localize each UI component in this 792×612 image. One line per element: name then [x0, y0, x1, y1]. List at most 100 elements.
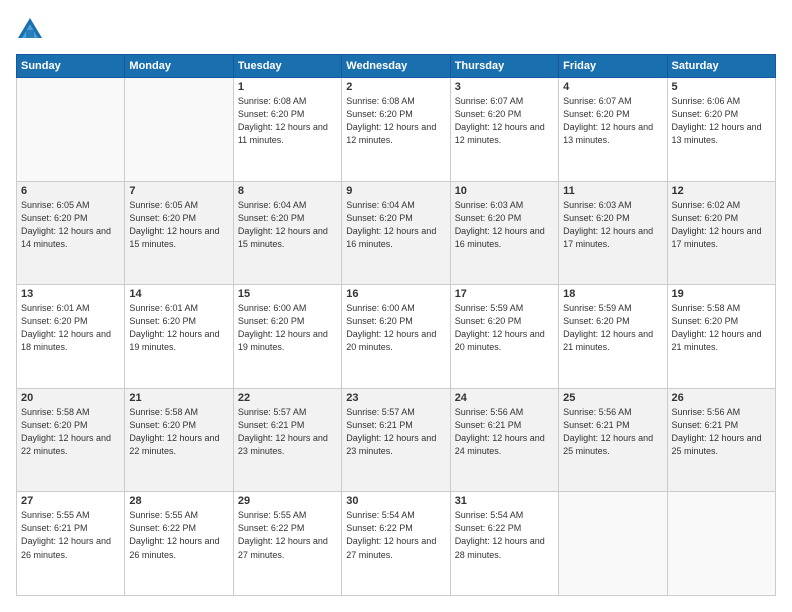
day-info: Sunrise: 6:07 AM Sunset: 6:20 PM Dayligh… [563, 95, 662, 147]
day-info: Sunrise: 5:54 AM Sunset: 6:22 PM Dayligh… [455, 509, 554, 561]
day-info: Sunrise: 5:58 AM Sunset: 6:20 PM Dayligh… [129, 406, 228, 458]
calendar-cell: 12 Sunrise: 6:02 AM Sunset: 6:20 PM Dayli… [667, 181, 775, 285]
calendar-cell: 30 Sunrise: 5:54 AM Sunset: 6:22 PM Dayli… [342, 492, 450, 596]
day-info: Sunrise: 5:56 AM Sunset: 6:21 PM Dayligh… [563, 406, 662, 458]
calendar-cell: 21 Sunrise: 5:58 AM Sunset: 6:20 PM Dayli… [125, 388, 233, 492]
calendar-cell: 20 Sunrise: 5:58 AM Sunset: 6:20 PM Dayli… [17, 388, 125, 492]
day-number: 6 [21, 185, 120, 197]
calendar-cell: 10 Sunrise: 6:03 AM Sunset: 6:20 PM Dayli… [450, 181, 558, 285]
calendar-cell: 15 Sunrise: 6:00 AM Sunset: 6:20 PM Dayli… [233, 285, 341, 389]
day-info: Sunrise: 5:56 AM Sunset: 6:21 PM Dayligh… [455, 406, 554, 458]
day-info: Sunrise: 6:01 AM Sunset: 6:20 PM Dayligh… [21, 302, 120, 354]
calendar-cell: 31 Sunrise: 5:54 AM Sunset: 6:22 PM Dayli… [450, 492, 558, 596]
day-number: 1 [238, 81, 337, 93]
logo [16, 16, 48, 44]
day-number: 4 [563, 81, 662, 93]
day-number: 25 [563, 392, 662, 404]
day-number: 16 [346, 288, 445, 300]
day-info: Sunrise: 6:02 AM Sunset: 6:20 PM Dayligh… [672, 199, 771, 251]
calendar-cell: 19 Sunrise: 5:58 AM Sunset: 6:20 PM Dayli… [667, 285, 775, 389]
day-info: Sunrise: 6:00 AM Sunset: 6:20 PM Dayligh… [238, 302, 337, 354]
calendar-cell: 1 Sunrise: 6:08 AM Sunset: 6:20 PM Daylig… [233, 78, 341, 182]
calendar-week-row: 20 Sunrise: 5:58 AM Sunset: 6:20 PM Dayli… [17, 388, 776, 492]
day-number: 20 [21, 392, 120, 404]
calendar-cell: 18 Sunrise: 5:59 AM Sunset: 6:20 PM Dayli… [559, 285, 667, 389]
day-info: Sunrise: 6:00 AM Sunset: 6:20 PM Dayligh… [346, 302, 445, 354]
calendar-cell [667, 492, 775, 596]
calendar-cell: 4 Sunrise: 6:07 AM Sunset: 6:20 PM Daylig… [559, 78, 667, 182]
calendar-cell: 27Sunrise: 5:55 AM Sunset: 6:21 PM Dayli… [17, 492, 125, 596]
day-info: Sunrise: 6:01 AM Sunset: 6:20 PM Dayligh… [129, 302, 228, 354]
day-number: 22 [238, 392, 337, 404]
day-number: 3 [455, 81, 554, 93]
calendar-cell [17, 78, 125, 182]
weekday-header: Saturday [667, 55, 775, 78]
calendar-cell: 6Sunrise: 6:05 AM Sunset: 6:20 PM Daylig… [17, 181, 125, 285]
calendar-cell: 7Sunrise: 6:05 AM Sunset: 6:20 PM Daylig… [125, 181, 233, 285]
weekday-header-row: SundayMondayTuesdayWednesdayThursdayFrid… [17, 55, 776, 78]
day-number: 10 [455, 185, 554, 197]
calendar-cell: 17 Sunrise: 5:59 AM Sunset: 6:20 PM Dayli… [450, 285, 558, 389]
day-number: 27 [21, 495, 120, 507]
day-info: Sunrise: 5:58 AM Sunset: 6:20 PM Dayligh… [672, 302, 771, 354]
calendar-cell: 25 Sunrise: 5:56 AM Sunset: 6:21 PM Dayli… [559, 388, 667, 492]
calendar-cell: 8 Sunrise: 6:04 AM Sunset: 6:20 PM Daylig… [233, 181, 341, 285]
day-number: 14 [129, 288, 228, 300]
day-info: Sunrise: 5:59 AM Sunset: 6:20 PM Dayligh… [455, 302, 554, 354]
day-info: Sunrise: 6:03 AM Sunset: 6:20 PM Dayligh… [563, 199, 662, 251]
calendar-cell: 13Sunrise: 6:01 AM Sunset: 6:20 PM Dayli… [17, 285, 125, 389]
day-info: Sunrise: 5:59 AM Sunset: 6:20 PM Dayligh… [563, 302, 662, 354]
day-info: Sunrise: 6:06 AM Sunset: 6:20 PM Dayligh… [672, 95, 771, 147]
calendar-week-row: 6Sunrise: 6:05 AM Sunset: 6:20 PM Daylig… [17, 181, 776, 285]
calendar-cell: 5 Sunrise: 6:06 AM Sunset: 6:20 PM Daylig… [667, 78, 775, 182]
day-info: Sunrise: 6:04 AM Sunset: 6:20 PM Dayligh… [238, 199, 337, 251]
day-info: Sunrise: 6:08 AM Sunset: 6:20 PM Dayligh… [346, 95, 445, 147]
day-number: 21 [129, 392, 228, 404]
calendar-week-row: 27Sunrise: 5:55 AM Sunset: 6:21 PM Dayli… [17, 492, 776, 596]
day-number: 8 [238, 185, 337, 197]
calendar-cell: 22 Sunrise: 5:57 AM Sunset: 6:21 PM Dayli… [233, 388, 341, 492]
weekday-header: Thursday [450, 55, 558, 78]
day-info: Sunrise: 5:55 AM Sunset: 6:22 PM Dayligh… [238, 509, 337, 561]
page: SundayMondayTuesdayWednesdayThursdayFrid… [0, 0, 792, 612]
calendar-cell: 3 Sunrise: 6:07 AM Sunset: 6:20 PM Daylig… [450, 78, 558, 182]
calendar-cell: 16 Sunrise: 6:00 AM Sunset: 6:20 PM Dayli… [342, 285, 450, 389]
day-number: 29 [238, 495, 337, 507]
day-number: 11 [563, 185, 662, 197]
day-number: 12 [672, 185, 771, 197]
calendar-week-row: 1 Sunrise: 6:08 AM Sunset: 6:20 PM Daylig… [17, 78, 776, 182]
day-info: Sunrise: 6:07 AM Sunset: 6:20 PM Dayligh… [455, 95, 554, 147]
calendar-cell: 26Sunrise: 5:56 AM Sunset: 6:21 PM Dayli… [667, 388, 775, 492]
day-number: 30 [346, 495, 445, 507]
day-info: Sunrise: 6:08 AM Sunset: 6:20 PM Dayligh… [238, 95, 337, 147]
logo-icon [16, 16, 44, 44]
day-number: 17 [455, 288, 554, 300]
calendar-cell: 28Sunrise: 5:55 AM Sunset: 6:22 PM Dayli… [125, 492, 233, 596]
calendar-cell [125, 78, 233, 182]
weekday-header: Friday [559, 55, 667, 78]
weekday-header: Tuesday [233, 55, 341, 78]
calendar-cell: 14 Sunrise: 6:01 AM Sunset: 6:20 PM Dayli… [125, 285, 233, 389]
weekday-header: Sunday [17, 55, 125, 78]
day-info: Sunrise: 5:54 AM Sunset: 6:22 PM Dayligh… [346, 509, 445, 561]
header [16, 16, 776, 44]
day-number: 7 [129, 185, 228, 197]
day-info: Sunrise: 5:58 AM Sunset: 6:20 PM Dayligh… [21, 406, 120, 458]
day-number: 31 [455, 495, 554, 507]
weekday-header: Monday [125, 55, 233, 78]
calendar-cell: 23Sunrise: 5:57 AM Sunset: 6:21 PM Dayli… [342, 388, 450, 492]
calendar-cell: 9 Sunrise: 6:04 AM Sunset: 6:20 PM Daylig… [342, 181, 450, 285]
day-number: 24 [455, 392, 554, 404]
weekday-header: Wednesday [342, 55, 450, 78]
day-info: Sunrise: 5:57 AM Sunset: 6:21 PM Dayligh… [238, 406, 337, 458]
day-info: Sunrise: 6:04 AM Sunset: 6:20 PM Dayligh… [346, 199, 445, 251]
day-number: 9 [346, 185, 445, 197]
day-number: 5 [672, 81, 771, 93]
day-number: 19 [672, 288, 771, 300]
day-number: 15 [238, 288, 337, 300]
calendar-cell: 2Sunrise: 6:08 AM Sunset: 6:20 PM Daylig… [342, 78, 450, 182]
day-info: Sunrise: 6:03 AM Sunset: 6:20 PM Dayligh… [455, 199, 554, 251]
calendar-table: SundayMondayTuesdayWednesdayThursdayFrid… [16, 54, 776, 596]
day-number: 18 [563, 288, 662, 300]
calendar-cell [559, 492, 667, 596]
